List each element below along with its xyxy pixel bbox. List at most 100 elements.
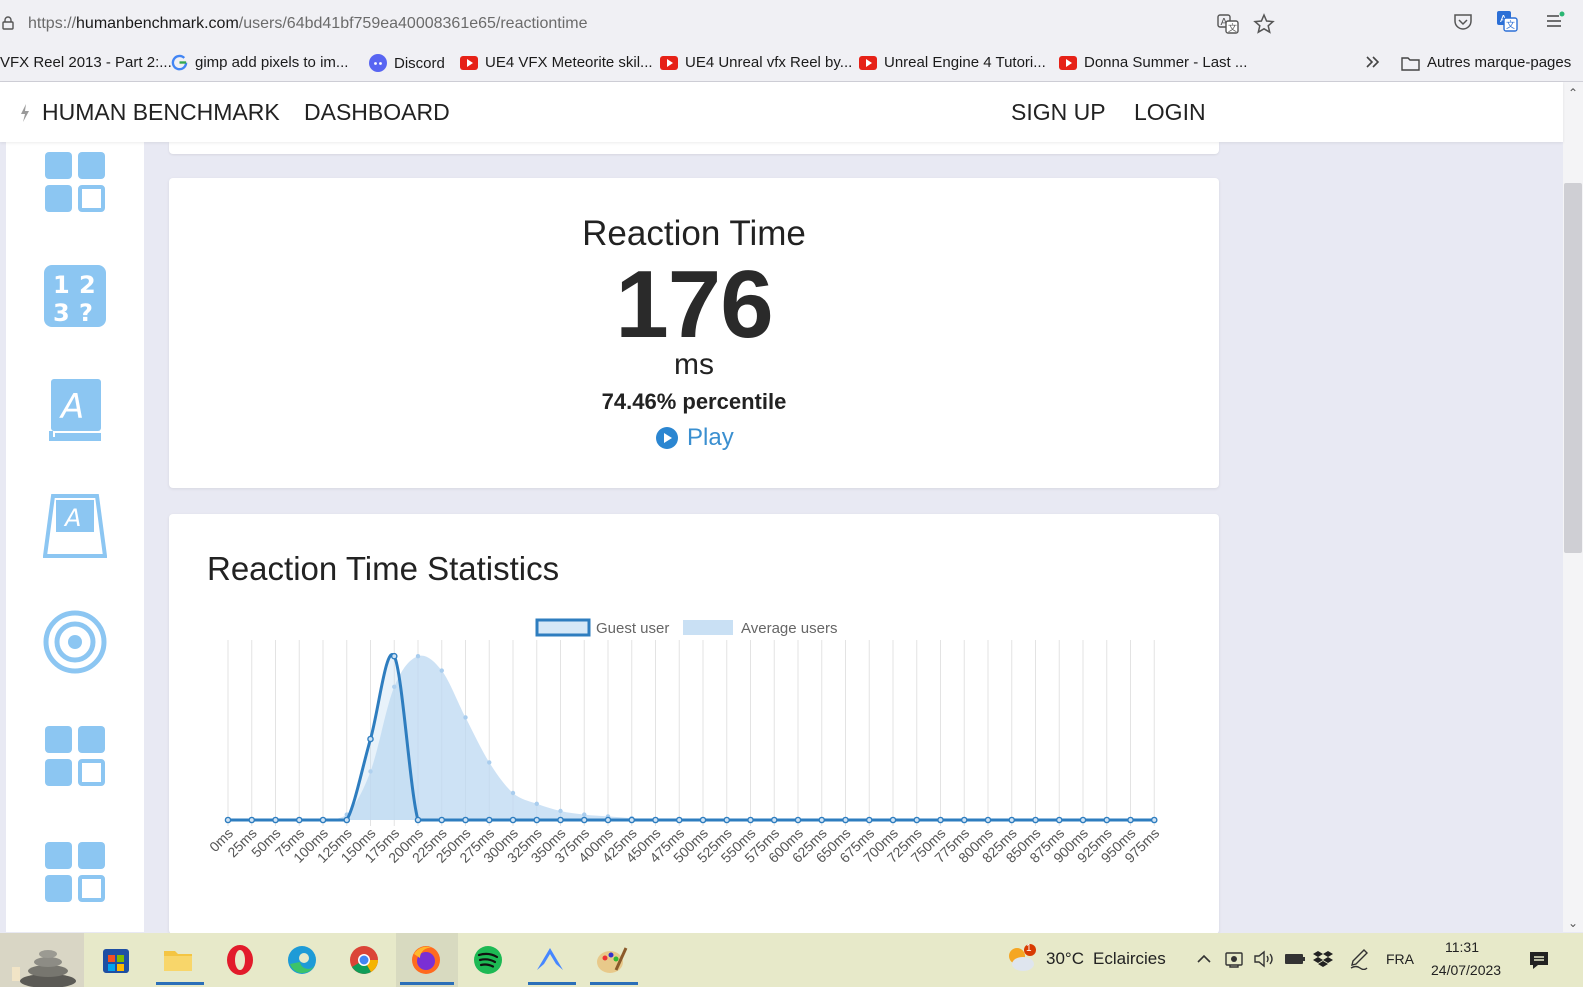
play-button[interactable]: Play <box>656 424 734 452</box>
bookmark-item[interactable]: UE4 Unreal vfx Reel by... <box>660 54 852 71</box>
grid-icon[interactable] <box>43 724 107 788</box>
bookmark-item[interactable]: UE4 VFX Meteorite skil... <box>460 54 653 71</box>
menu-icon[interactable] <box>1543 10 1565 32</box>
address-bar[interactable]: https://humanbenchmark.com/users/64bd41b… <box>0 4 1293 42</box>
spotify-icon[interactable] <box>468 940 508 980</box>
translate-icon[interactable]: A文 <box>1217 13 1239 35</box>
weather-temperature[interactable]: 30°C <box>1046 949 1084 969</box>
youtube-icon <box>460 55 478 70</box>
youtube-icon <box>1059 55 1077 70</box>
lock-icon <box>2 16 14 30</box>
url-scheme: https:// <box>28 15 77 32</box>
weather-icon[interactable]: 1 <box>1005 942 1037 974</box>
legend-swatch-guest[interactable] <box>535 618 591 637</box>
data-point-guest <box>1055 816 1063 824</box>
data-point-guest <box>367 735 374 743</box>
bookmarks-bar: VFX Reel 2013 - Part 2:... gimp add pixe… <box>0 44 1583 82</box>
data-point-guest <box>913 816 921 824</box>
nordvpn-icon[interactable] <box>530 940 570 980</box>
typing-icon[interactable]: A <box>43 494 107 558</box>
weather-condition[interactable]: Eclaircies <box>1093 949 1166 969</box>
notifications-icon[interactable] <box>1528 949 1550 976</box>
windows-taskbar: 1 30°C Eclaircies FRA 11:31 24/07/2023 <box>0 933 1583 987</box>
bookmark-item[interactable]: VFX Reel 2013 - Part 2:... <box>0 54 172 71</box>
google-icon <box>171 54 188 71</box>
grid-icon[interactable] <box>43 840 107 904</box>
bookmark-item[interactable]: Unreal Engine 4 Tutori... <box>859 54 1046 71</box>
network-icon[interactable] <box>1224 949 1244 974</box>
legend-swatch-average[interactable] <box>683 620 733 635</box>
grid-icon[interactable] <box>43 150 107 214</box>
volume-icon[interactable] <box>1253 949 1275 974</box>
data-point-guest <box>414 816 422 824</box>
brand-link[interactable]: HUMAN BENCHMARK <box>42 99 280 126</box>
data-point-guest <box>319 816 327 824</box>
reaction-unit: ms <box>674 348 714 381</box>
scroll-down-arrow-icon[interactable]: ⌄ <box>1565 916 1581 930</box>
data-point-guest <box>723 816 731 824</box>
pocket-icon[interactable] <box>1452 10 1474 32</box>
number-memory-icon[interactable]: 1 2 3 ? <box>43 264 107 328</box>
url-text[interactable]: https://humanbenchmark.com/users/64bd41b… <box>28 15 588 33</box>
data-point-average <box>534 801 539 806</box>
data-point-guest <box>1032 816 1039 824</box>
bookmark-item[interactable]: gimp add pixels to im... <box>171 54 348 71</box>
bookmark-label: Autres marque-pages <box>1427 54 1572 71</box>
reaction-distribution-chart: Guest user Average users0ms25ms50ms75ms10… <box>206 618 1162 866</box>
bookmark-label: Discord <box>394 54 445 72</box>
series-line-guest-user <box>227 652 1155 822</box>
site-navbar: HUMAN BENCHMARK DASHBOARD SIGN UP LOGIN <box>0 82 1563 142</box>
opera-icon[interactable] <box>220 940 260 980</box>
edge-icon[interactable] <box>282 940 322 980</box>
svg-text:2: 2 <box>79 271 96 299</box>
file-explorer-icon[interactable] <box>158 940 198 980</box>
dropbox-icon[interactable] <box>1313 949 1333 974</box>
data-point-guest <box>842 816 849 824</box>
translate-extension-icon[interactable]: A文 <box>1496 10 1518 32</box>
battery-icon[interactable] <box>1284 951 1306 972</box>
svg-text:1: 1 <box>53 271 70 299</box>
clock-date[interactable]: 24/07/2023 <box>1431 962 1501 978</box>
input-language[interactable]: FRA <box>1386 951 1414 967</box>
microsoft-store-icon[interactable] <box>96 940 136 980</box>
browser-toolbar: https://humanbenchmark.com/users/64bd41b… <box>0 0 1583 44</box>
bookmark-item[interactable]: Discord <box>369 54 445 72</box>
aim-target-icon[interactable] <box>43 610 107 674</box>
data-point-guest <box>272 816 279 824</box>
legend-label-guest[interactable]: Guest user <box>596 620 669 637</box>
active-indicator <box>400 982 454 985</box>
data-point-average <box>439 668 444 673</box>
data-point-guest <box>747 816 754 824</box>
bookmark-label: UE4 Unreal vfx Reel by... <box>685 54 853 71</box>
start-zen-stones-icon[interactable] <box>0 933 84 987</box>
clock-time[interactable]: 11:31 <box>1445 939 1479 955</box>
url-path: /users/64bd41bf759ea40008361e65/reaction… <box>238 15 588 32</box>
bookmark-star-icon[interactable] <box>1253 13 1275 35</box>
scroll-up-arrow-icon[interactable]: ⌃ <box>1565 86 1581 100</box>
data-point-guest <box>889 816 897 824</box>
chart-legend: Guest user Average users <box>535 618 837 637</box>
tray-chevron-up-icon[interactable] <box>1195 950 1213 973</box>
play-icon <box>656 427 678 449</box>
bookmark-item[interactable]: Donna Summer - Last ... <box>1059 54 1247 71</box>
signup-link[interactable]: SIGN UP <box>1011 99 1106 126</box>
data-point-guest <box>438 816 446 824</box>
other-bookmarks-folder[interactable]: Autres marque-pages <box>1401 54 1571 71</box>
firefox-icon[interactable] <box>406 940 446 980</box>
data-point-guest <box>343 816 351 824</box>
paint-icon[interactable] <box>592 940 632 980</box>
verbal-memory-icon[interactable]: A <box>43 378 107 442</box>
pen-icon[interactable] <box>1349 948 1369 975</box>
chrome-icon[interactable] <box>344 940 384 980</box>
bookmark-label: Unreal Engine 4 Tutori... <box>884 54 1046 71</box>
legend-label-average[interactable]: Average users <box>741 620 837 637</box>
svg-text:文: 文 <box>1228 22 1237 34</box>
scrollbar-thumb[interactable] <box>1564 183 1582 553</box>
data-point-guest <box>248 816 256 824</box>
reaction-percentile: 74.46% percentile <box>601 389 787 414</box>
more-bookmarks-chevron-icon[interactable] <box>1364 53 1382 71</box>
test-sidebar: 1 2 3 ? A A <box>6 142 144 932</box>
login-link[interactable]: LOGIN <box>1134 99 1206 126</box>
dashboard-link[interactable]: DASHBOARD <box>304 99 450 126</box>
data-point-guest <box>604 816 612 824</box>
